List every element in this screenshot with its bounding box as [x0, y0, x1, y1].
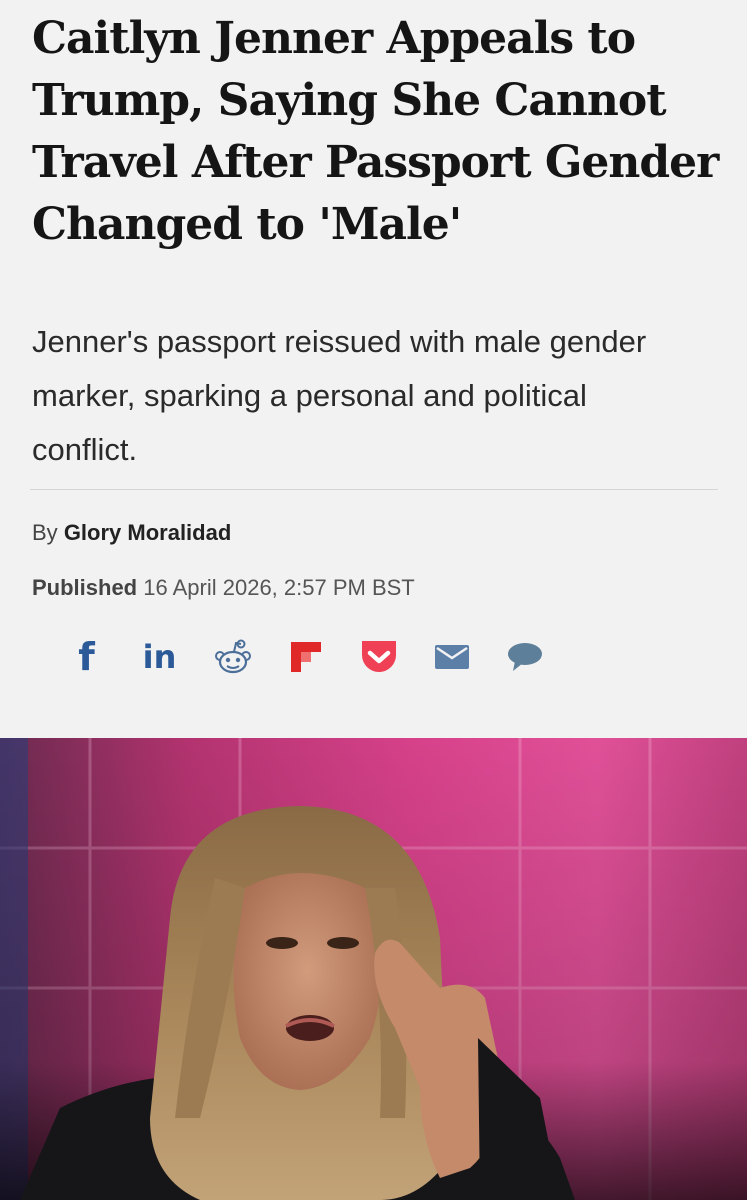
- published-label: Published: [32, 575, 138, 600]
- byline-prefix: By: [32, 520, 58, 545]
- pocket-icon: [361, 641, 396, 672]
- share-comment-button[interactable]: [488, 632, 561, 682]
- article-dek: Jenner's passport reissued with male gen…: [32, 324, 647, 467]
- share-facebook-button[interactable]: f: [50, 632, 123, 682]
- published-date: 16 April 2026, 2:57 PM BST: [143, 575, 415, 600]
- share-pocket-button[interactable]: [342, 632, 415, 682]
- facebook-icon: f: [78, 635, 95, 679]
- portrait-image: [0, 738, 747, 1200]
- share-reddit-button[interactable]: [196, 632, 269, 682]
- published-info: Published 16 April 2026, 2:57 PM BST: [32, 575, 415, 601]
- share-flipboard-button[interactable]: [269, 632, 342, 682]
- share-bar: f in: [50, 632, 561, 682]
- article-photo: [0, 738, 747, 1200]
- comment-icon: [507, 643, 542, 671]
- flipboard-icon: [290, 642, 321, 672]
- share-linkedin-button[interactable]: in: [123, 632, 196, 682]
- reddit-icon: [214, 639, 251, 674]
- share-email-button[interactable]: [415, 632, 488, 682]
- byline: By Glory Moralidad: [32, 520, 231, 546]
- divider: [30, 489, 718, 490]
- linkedin-icon: in: [142, 638, 177, 676]
- email-icon: [434, 645, 469, 669]
- article: Caitlyn Jenner Appeals to Trump, Saying …: [0, 0, 747, 1200]
- article-headline: Caitlyn Jenner Appeals to Trump, Saying …: [32, 13, 719, 250]
- author-link[interactable]: Glory Moralidad: [64, 520, 231, 545]
